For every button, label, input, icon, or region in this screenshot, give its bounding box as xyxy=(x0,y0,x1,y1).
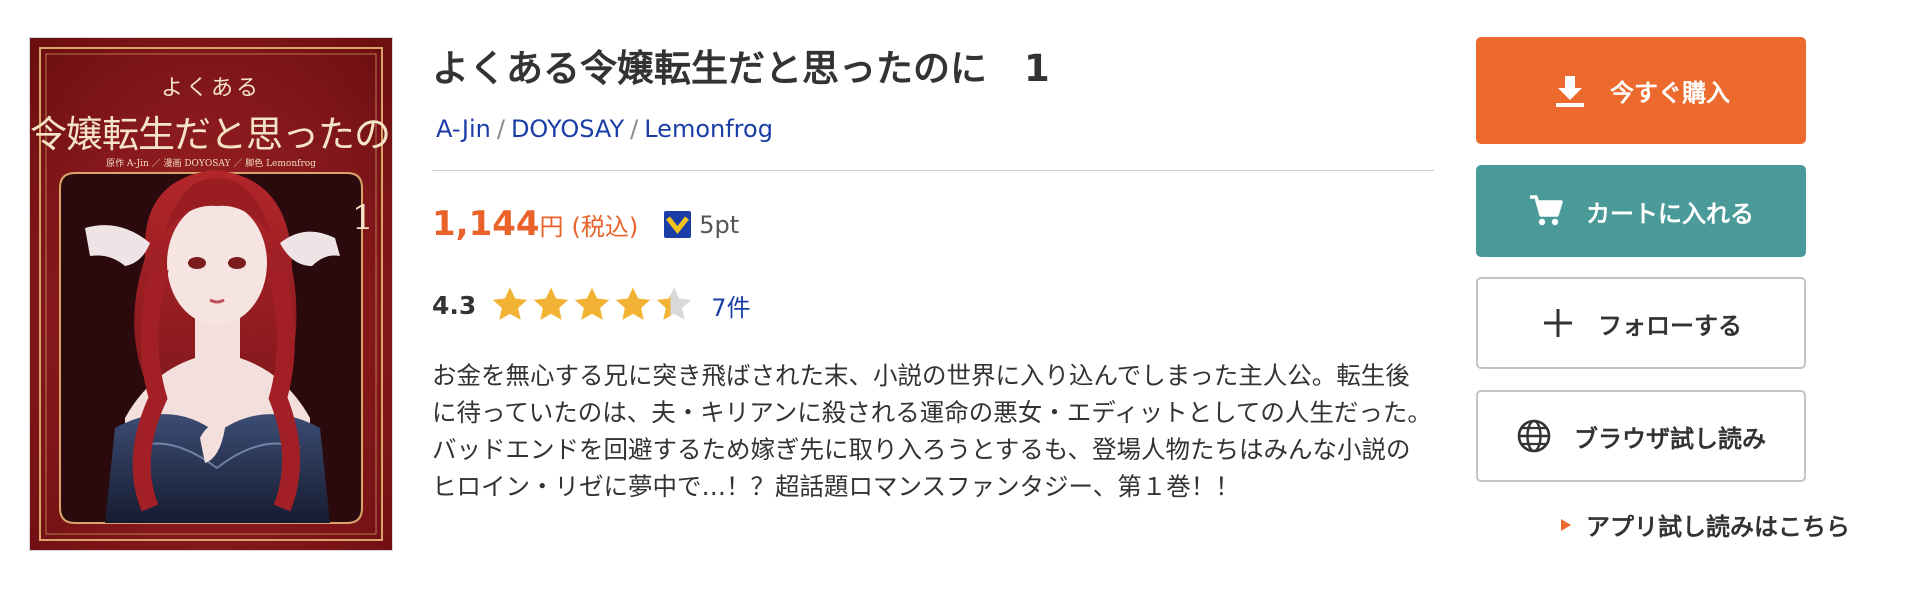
triangle-right-icon xyxy=(1561,518,1571,531)
cover-main-title: 令嬢転生だと思ったのに xyxy=(30,113,392,156)
add-to-cart-label: カートに入れる xyxy=(1586,199,1754,228)
product-title: よくある令嬢転生だと思ったのに 1 xyxy=(432,47,1050,90)
product-description: お金を無心する兄に突き飛ばされた末、小説の世界に入り込んでしまった主人公。転生後… xyxy=(432,361,1432,501)
browser-preview-label: ブラウザ試し読み xyxy=(1574,424,1766,453)
browser-preview-button[interactable]: ブラウザ試し読み xyxy=(1476,390,1806,482)
app-preview-link[interactable]: アプリ試し読みはこちら xyxy=(1560,507,1850,542)
tax-label: (税込) xyxy=(571,213,639,241)
plus-icon xyxy=(1544,309,1572,337)
star-half-icon xyxy=(657,287,692,320)
follow-label: フォローする xyxy=(1598,311,1742,340)
buy-now-label: 今すぐ購入 xyxy=(1610,79,1730,107)
author-link-a-jin[interactable]: A-Jin xyxy=(436,115,491,143)
star-icon xyxy=(616,287,651,320)
price-currency: 円 xyxy=(539,213,564,241)
header-divider xyxy=(432,170,1434,171)
cover-title-block: よくある 令嬢転生だと思ったのに xyxy=(30,70,392,158)
star-rating xyxy=(490,285,695,325)
globe-icon xyxy=(1517,419,1551,453)
app-preview-label: アプリ試し読みはこちら xyxy=(1586,513,1850,541)
review-count-link[interactable]: 7件 xyxy=(711,288,750,323)
follow-button[interactable]: フォローする xyxy=(1476,277,1806,369)
author-list: A-Jin / DOYOSAY / Lemonfrog xyxy=(436,115,773,143)
book-cover-image[interactable]: よくある 令嬢転生だと思ったのに 原作 A-Jin ／ 漫画 DOYOSAY ／… xyxy=(30,38,392,550)
star-icon xyxy=(534,287,569,320)
rating-row: 4.3 7件 xyxy=(432,285,751,325)
author-link-lemonfrog[interactable]: Lemonfrog xyxy=(644,115,773,143)
download-icon xyxy=(1556,75,1584,107)
points-value: 5pt xyxy=(699,210,740,239)
price-value: 1,144 xyxy=(432,204,540,244)
buy-now-button[interactable]: 今すぐ購入 xyxy=(1476,37,1806,144)
add-to-cart-button[interactable]: カートに入れる xyxy=(1476,165,1806,257)
star-icon xyxy=(575,287,610,320)
points-badge: 5pt xyxy=(664,211,739,239)
cart-icon xyxy=(1530,195,1563,226)
star-icon xyxy=(493,287,528,320)
author-separator: / xyxy=(496,115,505,143)
author-link-doyosay[interactable]: DOYOSAY xyxy=(511,115,624,143)
points-icon xyxy=(664,211,692,238)
rating-score: 4.3 xyxy=(432,290,477,320)
author-separator: / xyxy=(630,115,639,143)
cover-subtitle: よくある xyxy=(160,76,261,101)
price-row: 1,144 円 (税込) 5pt xyxy=(432,204,739,244)
cover-volume-number: 1 xyxy=(352,198,374,238)
cover-credits: 原作 A-Jin ／ 漫画 DOYOSAY ／ 脚色 Lemonfrog xyxy=(106,159,316,169)
